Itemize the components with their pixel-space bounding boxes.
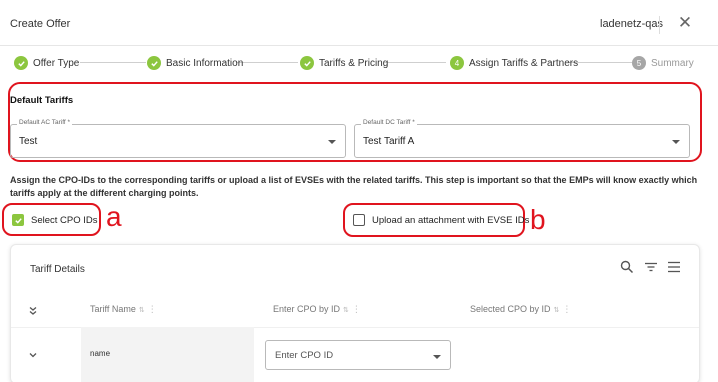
table-title: Tariff Details <box>30 264 85 275</box>
step-offer-type[interactable]: Offer Type <box>14 54 79 72</box>
column-header-enter-cpo[interactable]: Enter CPO by ID ⇅ ⋮ <box>273 304 361 315</box>
dropdown-arrow-icon <box>433 355 441 359</box>
upload-evse-ids-checkbox[interactable]: Upload an attachment with EVSE IDs <box>353 214 529 226</box>
column-label: Enter CPO by ID <box>273 304 341 314</box>
default-ac-tariff-select[interactable]: Default AC Tariff * Test <box>10 119 346 158</box>
step-label: Offer Type <box>33 57 80 69</box>
column-menu-icon[interactable]: ⋮ <box>352 304 361 314</box>
dropdown-arrow-icon <box>328 140 336 144</box>
dropdown-arrow-icon <box>672 140 680 144</box>
column-header-tariff-name[interactable]: Tariff Name ⇅ ⋮ <box>90 304 157 315</box>
tariff-name-value: name <box>90 349 111 358</box>
column-header-selected-cpo[interactable]: Selected CPO by ID ⇅ ⋮ <box>470 304 571 315</box>
checkbox-checked-icon <box>12 214 24 226</box>
sort-icon[interactable]: ⇅ <box>343 307 349 314</box>
column-menu-icon[interactable]: ⋮ <box>148 304 157 314</box>
step-assign-tariffs-partners[interactable]: 4 Assign Tariffs & Partners <box>450 54 578 72</box>
table-header: Tariff Name ⇅ ⋮ Enter CPO by ID ⇅ ⋮ Selected… <box>11 295 699 327</box>
field-label: Default AC Tariff * <box>17 119 73 126</box>
field-label: Default DC Tariff * <box>361 119 417 126</box>
annotation-marker-b: b <box>530 204 546 235</box>
step-number: 4 <box>450 56 464 70</box>
sort-icon[interactable]: ⇅ <box>554 307 560 314</box>
enter-cpo-id-select[interactable]: Enter CPO ID <box>265 340 451 370</box>
column-label: Tariff Name <box>90 304 136 314</box>
close-icon[interactable]: ✕ <box>675 13 695 33</box>
step-basic-information[interactable]: Basic Information <box>147 54 243 72</box>
select-placeholder: Enter CPO ID <box>275 350 334 361</box>
column-menu-icon[interactable]: ⋮ <box>562 304 571 314</box>
environment-label: ladenetz-qas <box>600 18 663 30</box>
select-value: Test <box>19 136 38 147</box>
sort-icon[interactable]: ⇅ <box>139 307 145 314</box>
step-label: Assign Tariffs & Partners <box>469 57 579 69</box>
step-summary[interactable]: 5 Summary <box>632 54 694 72</box>
dialog-header: Create Offer ladenetz-qas ✕ <box>0 0 718 46</box>
checkbox-label: Upload an attachment with EVSE IDs <box>372 214 530 226</box>
checkbox-unchecked-icon <box>353 214 365 226</box>
step-tariffs-pricing[interactable]: Tariffs & Pricing <box>300 54 388 72</box>
select-cpo-ids-checkbox[interactable]: Select CPO IDs <box>12 214 98 226</box>
check-icon <box>147 56 161 70</box>
check-icon <box>300 56 314 70</box>
checkbox-label: Select CPO IDs <box>31 214 98 226</box>
step-number: 5 <box>632 56 646 70</box>
instruction-text: Assign the CPO-IDs to the corresponding … <box>10 175 698 198</box>
annotation-marker-a: a <box>106 201 122 232</box>
step-label: Basic Information <box>166 57 244 69</box>
step-label: Summary <box>651 57 694 69</box>
step-label: Tariffs & Pricing <box>319 57 389 69</box>
filter-icon[interactable] <box>643 259 659 275</box>
expand-all-icon[interactable] <box>27 304 39 316</box>
dialog-title: Create Offer <box>10 18 71 30</box>
progress-stepper: Offer Type Basic Information Tariffs & P… <box>0 54 718 72</box>
check-icon <box>14 56 28 70</box>
default-tariffs-heading: Default Tariffs <box>10 95 74 106</box>
select-value: Test Tariff A <box>363 136 415 147</box>
column-label: Selected CPO by ID <box>470 304 551 314</box>
search-icon[interactable] <box>619 259 635 275</box>
menu-icon[interactable] <box>666 259 682 275</box>
header-divider <box>659 16 660 34</box>
default-dc-tariff-select[interactable]: Default DC Tariff * Test Tariff A <box>354 119 690 158</box>
chevron-down-icon[interactable] <box>27 348 39 360</box>
